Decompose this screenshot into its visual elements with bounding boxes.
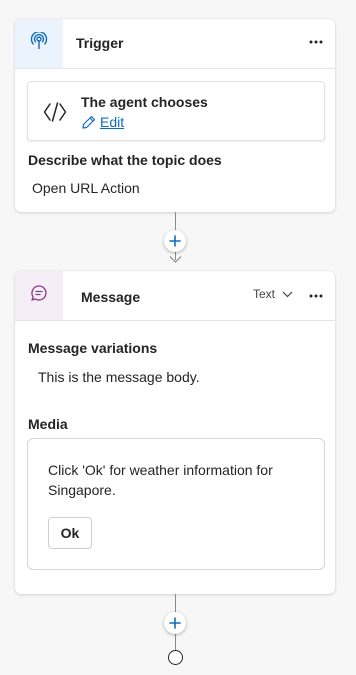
message-card[interactable]: Message Text Message variations This is … xyxy=(15,271,335,594)
add-node-button[interactable] xyxy=(164,230,186,252)
trigger-icon-tile xyxy=(15,19,63,68)
trigger-title: Trigger xyxy=(76,35,124,51)
trigger-type-title: The agent chooses xyxy=(81,94,208,110)
edit-link[interactable]: Edit xyxy=(82,114,124,130)
message-body-text[interactable]: This is the message body. xyxy=(38,369,200,385)
trigger-type-box[interactable]: The agent chooses Edit xyxy=(27,81,325,141)
arrow-down-icon xyxy=(169,256,182,263)
more-icon xyxy=(309,40,323,44)
message-icon-tile xyxy=(15,271,63,320)
trigger-card[interactable]: Trigger The agent chooses Edit Describe … xyxy=(15,19,335,212)
chat-bubble-icon xyxy=(30,284,48,307)
message-title: Message xyxy=(81,289,141,305)
media-label: Media xyxy=(28,416,68,432)
message-card-header: Message Text xyxy=(15,271,335,321)
plus-icon xyxy=(169,235,181,247)
trigger-icon xyxy=(30,31,48,55)
media-card-text: Click 'Ok' for weather information for S… xyxy=(48,462,273,498)
message-variations-label: Message variations xyxy=(28,340,158,356)
edit-link-label[interactable]: Edit xyxy=(100,114,124,130)
media-card[interactable]: Click 'Ok' for weather information for S… xyxy=(27,438,325,570)
plus-icon xyxy=(169,617,181,629)
code-icon xyxy=(43,101,67,128)
format-dropdown[interactable]: Text xyxy=(253,287,293,301)
chevron-down-icon xyxy=(282,291,293,298)
trigger-card-header: Trigger xyxy=(15,19,335,69)
add-node-button[interactable] xyxy=(164,612,186,634)
format-dropdown-label[interactable]: Text xyxy=(253,287,275,301)
topic-description-value[interactable]: Open URL Action xyxy=(32,180,140,196)
more-icon xyxy=(309,294,323,298)
end-node-icon xyxy=(168,650,183,665)
trigger-more-options-button[interactable] xyxy=(305,31,327,53)
ok-button[interactable]: Ok xyxy=(48,517,92,549)
message-more-options-button[interactable] xyxy=(305,285,327,307)
ok-button-label[interactable]: Ok xyxy=(61,525,80,541)
topic-description-label: Describe what the topic does xyxy=(28,152,222,168)
pencil-icon xyxy=(82,115,96,129)
